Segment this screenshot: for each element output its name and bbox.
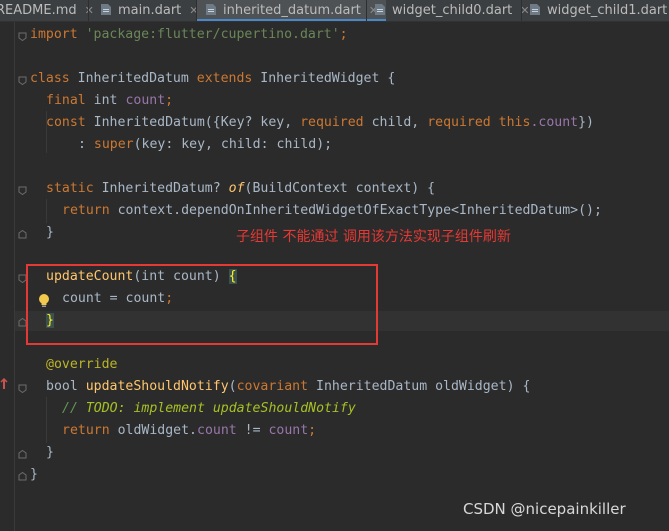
code-line[interactable]: : super(key: key, child: child); xyxy=(78,134,332,156)
tab-separator xyxy=(366,0,367,21)
code-line[interactable]: import 'package:flutter/cupertino.dart'; xyxy=(30,24,348,46)
tab-label: README.md xyxy=(0,3,77,18)
keyword: super xyxy=(93,137,134,152)
semicolon: ; xyxy=(339,27,348,42)
code-line[interactable]: class InheritedDatum extends InheritedWi… xyxy=(30,68,395,90)
punctuation: ( xyxy=(228,379,237,394)
semicolon: ; xyxy=(308,423,317,438)
editor-tab-bar: README.md ✕ main.dart ✕ inherited_datum.da… xyxy=(0,0,669,22)
code-line[interactable]: return oldWidget.count != count; xyxy=(62,420,316,442)
keyword: const xyxy=(46,115,86,130)
keyword: return xyxy=(62,203,110,218)
type-name: InheritedWidget xyxy=(260,71,380,86)
expression: context.dependOnInheritedWidgetOfExactTy… xyxy=(117,203,602,218)
code-line[interactable]: } xyxy=(46,222,54,244)
code-line[interactable]: } xyxy=(46,442,54,464)
fold-marker-icon[interactable] xyxy=(18,472,27,481)
brace: } xyxy=(30,467,38,482)
highlight-box xyxy=(26,264,378,345)
type-name: bool xyxy=(46,379,78,394)
code-line[interactable]: } xyxy=(30,464,38,486)
close-icon[interactable]: ✕ xyxy=(85,0,94,21)
keyword: static xyxy=(46,181,94,196)
tab-label: main.dart xyxy=(118,3,182,18)
gutter-divider xyxy=(14,22,15,531)
comment: // xyxy=(62,401,86,416)
fold-marker-icon[interactable] xyxy=(18,186,27,195)
parameters: InheritedDatum oldWidget) { xyxy=(316,379,531,394)
keyword: this xyxy=(498,115,531,130)
brace: { xyxy=(387,71,396,86)
function-name: updateShouldNotify xyxy=(85,379,229,394)
keyword: required xyxy=(427,115,491,130)
keyword: required xyxy=(300,115,364,130)
field-name: count xyxy=(125,93,166,108)
operator: != xyxy=(236,423,269,438)
parameter: child, xyxy=(371,115,420,130)
fold-marker-icon[interactable] xyxy=(18,76,27,85)
watermark: CSDN @nicepainkiller xyxy=(463,500,626,518)
tab-label: inherited_datum.dart xyxy=(223,3,361,18)
code-line[interactable]: const InheritedDatum({Key? key, required… xyxy=(46,112,594,134)
tab-label: widget_child0.dart xyxy=(392,3,513,18)
annotation-note: 子组件 不能通过 调用该方法实现子组件刷新 xyxy=(236,229,511,245)
field-name: count xyxy=(197,423,237,438)
type-name: int xyxy=(93,93,118,108)
annotation: @override xyxy=(46,357,118,372)
keyword: return xyxy=(62,423,110,438)
indent-guide xyxy=(46,199,47,223)
code-line[interactable]: static InheritedDatum? of(BuildContext c… xyxy=(46,178,435,200)
tab-readme[interactable]: README.md ✕ xyxy=(0,0,94,21)
keyword: extends xyxy=(196,71,253,86)
tab-widget-child1-dart[interactable]: widget_child1.dart✕ xyxy=(529,0,669,21)
dart-file-icon xyxy=(529,2,541,15)
indent-guide xyxy=(46,397,47,443)
fold-marker-icon[interactable] xyxy=(18,384,27,393)
brace: } xyxy=(46,225,54,240)
semicolon: ; xyxy=(165,93,174,108)
string-literal: 'package:flutter/cupertino.dart' xyxy=(85,27,340,42)
type-name: InheritedDatum? xyxy=(101,181,221,196)
fold-marker-icon[interactable] xyxy=(18,230,27,239)
todo-comment: TODO: implement updateShouldNotify xyxy=(85,401,356,416)
fold-marker-icon[interactable] xyxy=(18,32,27,41)
field-name: count xyxy=(268,423,309,438)
dart-file-icon xyxy=(100,2,112,15)
keyword: covariant xyxy=(236,379,309,394)
field-name: .count xyxy=(530,115,579,130)
keyword: final xyxy=(46,93,86,108)
tab-separator xyxy=(521,0,522,21)
brace: } xyxy=(46,445,54,460)
code-line[interactable]: // TODO: implement updateShouldNotify xyxy=(62,398,356,420)
tab-separator xyxy=(88,0,89,21)
tab-inherited-datum-dart[interactable]: inherited_datum.dart ✕ xyxy=(197,0,387,21)
class-name: InheritedDatum xyxy=(77,71,189,86)
code-line[interactable]: @override xyxy=(46,354,117,376)
tab-widget-child0-dart[interactable]: widget_child0.dart ✕ xyxy=(374,0,530,21)
code-line[interactable]: bool updateShouldNotify(covariant Inheri… xyxy=(46,376,530,398)
keyword: class xyxy=(30,71,70,86)
fold-marker-icon[interactable] xyxy=(18,450,27,459)
code-line[interactable]: return context.dependOnInheritedWidgetOf… xyxy=(62,200,602,222)
initializer-args: (key: key, child: child); xyxy=(133,137,333,152)
punctuation: : xyxy=(78,137,94,152)
keyword: import xyxy=(30,27,78,42)
punctuation: }) xyxy=(578,115,594,130)
code-line[interactable]: final int count; xyxy=(46,90,173,112)
tab-label: widget_child1.dart xyxy=(547,3,668,18)
tab-main-dart[interactable]: main.dart ✕ xyxy=(100,0,199,21)
parameters: (BuildContext context) { xyxy=(244,181,436,196)
constructor-signature: InheritedDatum({Key? key, xyxy=(93,115,293,130)
override-marker-icon[interactable] xyxy=(0,378,8,392)
function-name: of xyxy=(228,181,245,196)
dart-file-icon xyxy=(205,2,217,15)
dart-file-icon xyxy=(374,2,386,15)
expression: oldWidget. xyxy=(117,423,197,438)
